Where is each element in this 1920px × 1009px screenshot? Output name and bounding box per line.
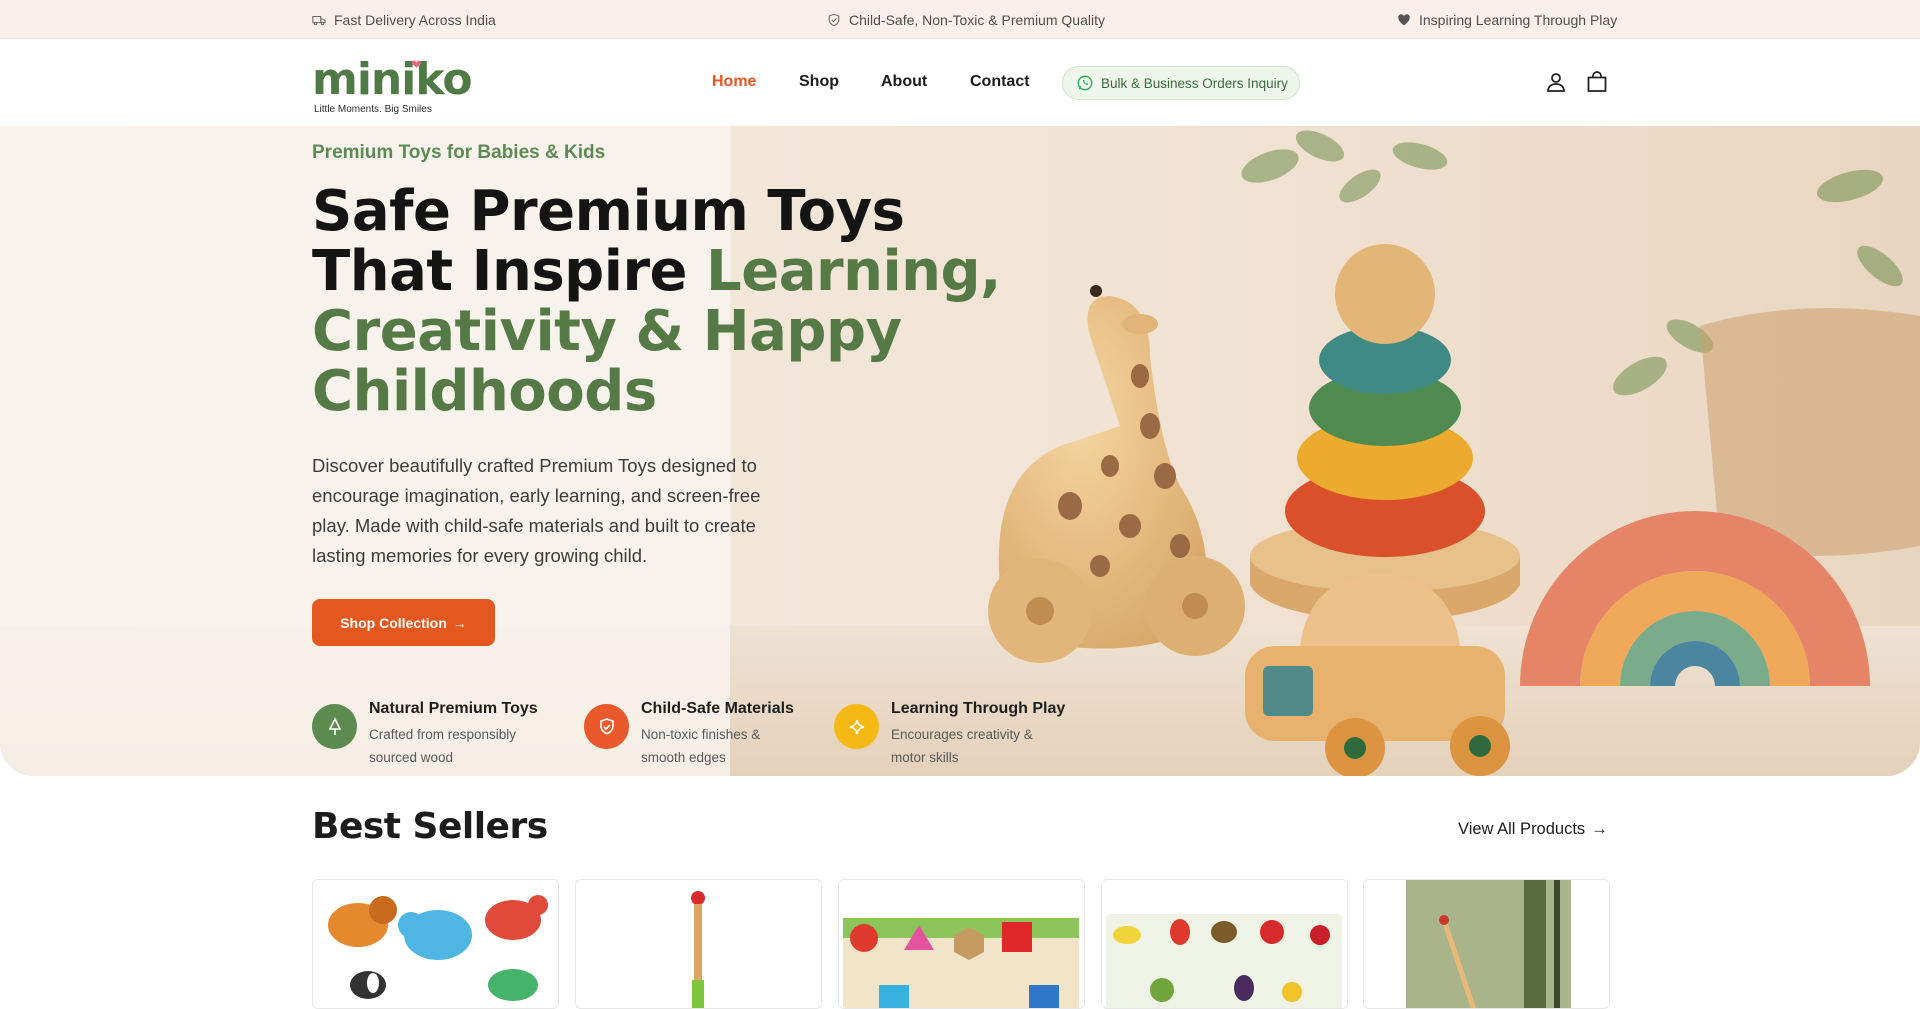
nav-about[interactable]: About (881, 73, 927, 91)
shield-icon (828, 13, 840, 26)
feature-badge (584, 704, 629, 749)
nav-home[interactable]: Home (712, 73, 756, 91)
arrow-right-icon: → (452, 614, 467, 631)
logo[interactable]: miniko ❤ Little Moments. Big Smiles (312, 56, 473, 116)
announcement-delivery: Fast Delivery Across India (312, 0, 496, 39)
logo-tagline: Little Moments. Big Smiles (314, 104, 432, 115)
shop-collection-label: Shop Collection (340, 614, 447, 631)
shape-puzzle-board-image (839, 880, 1084, 1008)
logo-heart-icon: ❤ (411, 57, 422, 72)
wooden-toy-lifestyle-image (1364, 880, 1609, 1008)
announcement-text: Child-Safe, Non-Toxic & Premium Quality (849, 11, 1105, 28)
wooden-stick-toy-image (576, 880, 821, 1008)
feature-badge (834, 704, 879, 749)
arrow-right-icon: → (1591, 820, 1608, 838)
fruit-puzzle-board-image (1102, 880, 1347, 1008)
user-icon[interactable] (1544, 70, 1568, 94)
view-all-products-link[interactable]: View All Products → (1458, 820, 1608, 839)
view-all-label: View All Products (1458, 820, 1586, 838)
site-header: miniko ❤ Little Moments. Big Smiles Home… (0, 40, 1920, 126)
product-card[interactable] (575, 879, 822, 1009)
feature-title: Natural Premium Toys (369, 700, 538, 717)
shopping-bag-icon[interactable] (1585, 70, 1609, 94)
bulk-orders-button[interactable]: Bulk & Business Orders Inquiry (1062, 66, 1300, 100)
truck-icon (312, 15, 326, 25)
announcement-learning: Inspiring Learning Through Play (1397, 0, 1617, 39)
product-card[interactable] (1101, 879, 1348, 1009)
feature-text: Crafted from responsibly sourced wood (369, 727, 517, 765)
wooden-animal-puzzle-image (313, 880, 558, 1008)
announcement-safety: Child-Safe, Non-Toxic & Premium Quality (827, 0, 1105, 39)
product-card[interactable] (1363, 879, 1610, 1009)
nav-contact[interactable]: Contact (970, 73, 1030, 91)
bulk-orders-label: Bulk & Business Orders Inquiry (1101, 75, 1288, 91)
heart-icon (1398, 13, 1410, 25)
feature-text: Non-toxic finishes & smooth edges (641, 727, 761, 765)
product-card[interactable] (838, 879, 1085, 1009)
shield-check-icon (599, 717, 614, 735)
feature-text: Encourages creativity & motor skills (891, 727, 1033, 765)
shop-collection-button[interactable]: Shop Collection → (312, 599, 495, 646)
sparkle-icon (849, 719, 864, 734)
hero-headline: Safe Premium Toys That Inspire Learning,… (312, 182, 1032, 422)
nav-shop[interactable]: Shop (799, 73, 839, 91)
feature-badge (312, 704, 357, 749)
product-card[interactable] (312, 879, 559, 1009)
announcement-text: Inspiring Learning Through Play (1419, 11, 1618, 28)
hero-section: Premium Toys for Babies & Kids Safe Prem… (0, 126, 1920, 776)
announcement-text: Fast Delivery Across India (334, 11, 496, 28)
feature-title: Learning Through Play (891, 700, 1066, 717)
announcement-bar: Fast Delivery Across India Child-Safe, N… (0, 0, 1920, 39)
hero-eyebrow: Premium Toys for Babies & Kids (312, 142, 606, 163)
tree-icon (328, 716, 341, 735)
logo-wordmark: miniko (312, 54, 473, 105)
best-sellers-title: Best Sellers (312, 806, 548, 847)
whatsapp-icon (1077, 75, 1093, 91)
feature-title: Child-Safe Materials (641, 700, 794, 717)
hero-description: Discover beautifully crafted Premium Toy… (312, 455, 761, 566)
